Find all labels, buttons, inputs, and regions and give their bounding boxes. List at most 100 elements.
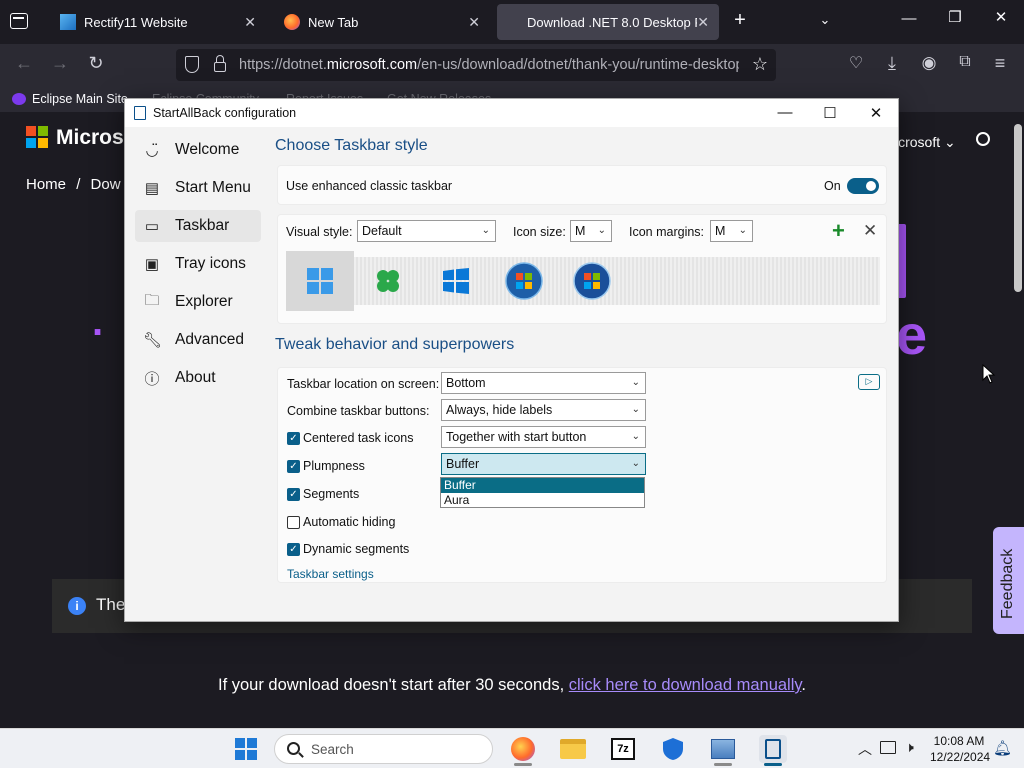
running-indicator: [714, 763, 732, 766]
notification-bell-icon[interactable]: 🔔︎: [993, 739, 1012, 757]
visual-style-value: Default: [362, 224, 402, 238]
account-icon[interactable]: ◉: [917, 53, 941, 73]
dynamic-segments-checkbox[interactable]: ✓: [287, 543, 300, 556]
close-tab-icon[interactable]: ✕: [468, 14, 480, 31]
breadcrumb-home[interactable]: Home: [26, 176, 66, 193]
speaker-muted-icon[interactable]: 🕨︎: [905, 739, 914, 756]
back-arrow-icon[interactable]: ←: [12, 53, 36, 74]
style-option-clover[interactable]: [354, 251, 422, 311]
breadcrumb-download[interactable]: Dow: [91, 176, 121, 193]
plumpness-checkbox[interactable]: ✓: [287, 460, 300, 473]
centered-icons-checkbox[interactable]: ✓: [287, 432, 300, 445]
combine-buttons-select[interactable]: Always, hide labels ⌄: [441, 399, 646, 421]
vista-orb-icon: [573, 262, 611, 300]
sidebar-item-label: Taskbar: [175, 217, 230, 234]
bookmark-eclipse-main[interactable]: Eclipse Main Site: [32, 92, 128, 106]
style-option-vista[interactable]: [558, 251, 626, 311]
downloads-icon[interactable]: ⤓: [880, 53, 904, 74]
tab-overview-icon[interactable]: [10, 13, 28, 29]
style-option-windows10[interactable]: [422, 251, 490, 311]
chevron-down-icon: ⌄: [631, 404, 640, 415]
sidebar-item-start-menu[interactable]: ▤ Start Menu: [135, 172, 261, 204]
network-display-icon[interactable]: [880, 741, 896, 754]
reload-icon[interactable]: ↻: [84, 53, 108, 74]
taskbar-location-select[interactable]: Bottom ⌄: [441, 372, 646, 394]
microsoft-logo-icon[interactable]: [26, 126, 48, 148]
taskbar-clock[interactable]: 10:08 AM 12/22/2024: [930, 733, 991, 765]
tab-rectify11[interactable]: Rectify11 Website ✕: [48, 4, 266, 40]
remove-style-icon[interactable]: ✕: [863, 221, 877, 241]
pocket-icon[interactable]: ♡: [844, 53, 868, 73]
tab-new-tab[interactable]: New Tab ✕: [272, 4, 490, 40]
dropdown-option-aura[interactable]: Aura: [441, 493, 644, 508]
dropdown-option-buffer[interactable]: Buffer: [441, 478, 644, 493]
visual-style-select[interactable]: Default ⌄: [357, 220, 496, 242]
clock-date: 12/22/2024: [930, 750, 991, 764]
automatic-hiding-checkbox[interactable]: [287, 516, 300, 529]
restore-button[interactable]: ❐: [932, 8, 978, 26]
icon-margins-select[interactable]: M ⌄: [710, 220, 753, 242]
new-tab-button[interactable]: +: [717, 9, 763, 32]
close-tab-icon[interactable]: ✕: [697, 14, 709, 31]
firefox-taskbar-icon[interactable]: [509, 735, 537, 763]
clover-icon: [377, 270, 399, 292]
plumpness-select[interactable]: Buffer ⌄: [441, 453, 646, 475]
sidebar-item-taskbar[interactable]: ▭ Taskbar: [135, 210, 261, 242]
page-scrollbar[interactable]: [1014, 124, 1022, 292]
video-play-icon[interactable]: ▷: [858, 374, 880, 390]
account-menu[interactable]: icrosoft ⌄: [895, 134, 956, 151]
shield-icon[interactable]: [185, 56, 199, 73]
automatic-hiding-label: Automatic hiding: [303, 515, 396, 529]
close-tab-icon[interactable]: ✕: [244, 14, 256, 31]
icon-size-select[interactable]: M ⌄: [570, 220, 612, 242]
taskbar-settings-link[interactable]: Taskbar settings: [287, 567, 374, 581]
wrench-icon: 🔧︎: [143, 332, 163, 349]
close-window-button[interactable]: ✕: [978, 8, 1024, 26]
url-bar[interactable]: https://dotnet.microsoft.com/en-us/downl…: [176, 49, 776, 81]
minimize-button[interactable]: —: [886, 10, 932, 27]
tab-dotnet-download[interactable]: Download .NET 8.0 Desktop Ru ✕: [497, 4, 719, 40]
taskbar-search-box[interactable]: Search: [274, 734, 493, 764]
bookmark-star-icon[interactable]: ☆: [752, 54, 768, 75]
menu-icon[interactable]: ≡: [988, 53, 1012, 74]
chevron-down-icon: ⌄: [631, 431, 640, 442]
tab-label: Rectify11 Website: [84, 14, 188, 30]
style-option-windows11[interactable]: [286, 251, 354, 311]
list-tabs-chevron-icon[interactable]: ⌄: [802, 12, 848, 28]
mouse-cursor-icon: [982, 364, 996, 384]
feedback-button[interactable]: Feedback: [993, 527, 1024, 634]
sidebar-item-explorer[interactable]: 🗀 Explorer: [135, 286, 261, 318]
control-panel-taskbar-icon[interactable]: [709, 735, 737, 763]
dialog-titlebar[interactable]: StartAllBack configuration — ☐ ✕: [125, 99, 898, 127]
startallback-taskbar-icon[interactable]: [759, 735, 787, 763]
dialog-maximize-button[interactable]: ☐: [815, 104, 845, 122]
start-button[interactable]: [232, 735, 260, 763]
file-explorer-taskbar-icon[interactable]: [559, 735, 587, 763]
sidebar-item-tray-icons[interactable]: ▣ Tray icons: [135, 248, 261, 280]
extensions-icon[interactable]: ⧉: [953, 53, 977, 71]
sidebar-item-advanced[interactable]: 🔧︎ Advanced: [135, 324, 261, 356]
add-style-icon[interactable]: +: [832, 218, 845, 244]
dialog-minimize-button[interactable]: —: [770, 104, 800, 121]
style-option-windows7[interactable]: [490, 251, 558, 311]
security-shield-taskbar-icon[interactable]: [659, 735, 687, 763]
visual-style-card: Visual style: Default ⌄ Icon size: M ⌄ I…: [277, 214, 887, 324]
sidebar-item-about[interactable]: ⓘ About: [135, 362, 261, 394]
startallback-dialog: StartAllBack configuration — ☐ ✕ ◡̈ Welc…: [124, 98, 899, 622]
7zip-taskbar-icon[interactable]: 7z: [609, 735, 637, 763]
sidebar-item-welcome[interactable]: ◡̈ Welcome: [135, 134, 261, 166]
download-manually-link[interactable]: click here to download manually: [569, 676, 802, 694]
enhanced-taskbar-toggle[interactable]: [847, 178, 879, 194]
segments-checkbox[interactable]: ✓: [287, 488, 300, 501]
lock-icon[interactable]: [214, 62, 226, 72]
dialog-close-button[interactable]: ✕: [861, 104, 891, 122]
show-hidden-icons-chevron-icon[interactable]: ︿: [858, 739, 872, 759]
sidebar-item-label: Advanced: [175, 331, 244, 348]
url-domain: microsoft.com: [326, 57, 418, 73]
search-icon[interactable]: [976, 132, 990, 146]
plumpness-value: Buffer: [446, 457, 480, 471]
centered-icons-select[interactable]: Together with start button ⌄: [441, 426, 646, 448]
forward-arrow-icon[interactable]: →: [48, 53, 72, 74]
windows10-logo-icon: [443, 268, 469, 294]
dynamic-segments-label: Dynamic segments: [303, 542, 410, 556]
